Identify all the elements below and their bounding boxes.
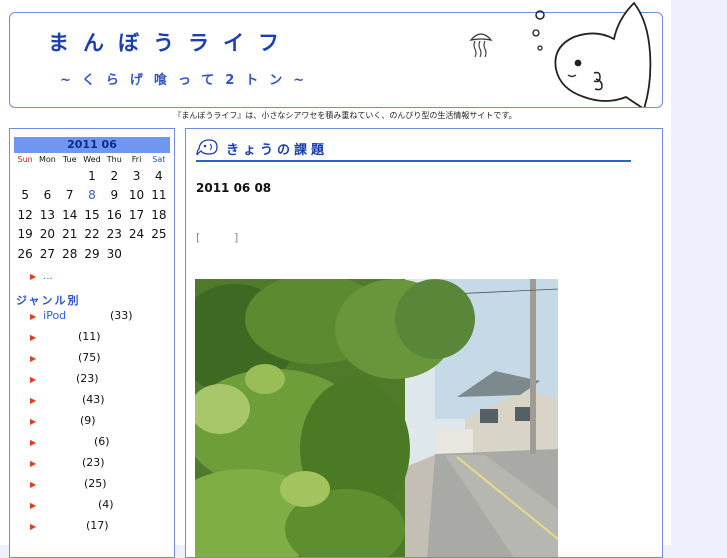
site-title[interactable]: まんぼうライフ [48,27,293,57]
genre-item[interactable]: ▶ (43) [30,393,170,414]
calendar-day: 4 [155,168,163,183]
calendar-day: 10 [128,188,145,203]
sunfish-mascot-icon [532,1,652,107]
entry-date: 2011 06 08 [196,181,272,195]
genre-item[interactable]: ▶ (9) [30,414,170,435]
genre-item[interactable]: ▶ (6) [30,435,170,456]
calendar-weekdays: Sun Mon Tue Wed Thu Fri Sat [14,155,170,164]
sunfish-category-icon [196,139,218,156]
genre-count: (43) [82,393,105,406]
calendar-day: 22 [84,227,100,242]
genre-item[interactable]: ▶ (25) [30,477,170,498]
calendar-day: 29 [84,246,100,261]
arrow-right-icon: ▶ [30,438,37,447]
calendar-day: 6 [43,188,52,203]
calendar-day: 30 [106,246,122,261]
calendar-day: 9 [110,188,119,203]
calendar-day: 14 [62,207,78,222]
arrow-right-icon: ▶ [30,459,37,468]
more-link-label: ... [43,271,53,282]
genre-item[interactable]: ▶ (17) [30,519,170,540]
calendar-day: 28 [62,246,78,261]
calendar-day: 13 [39,207,56,222]
genre-item[interactable]: ▶ (11) [30,330,170,351]
calendar-day: 1 [88,168,96,183]
weekday-label: Fri [131,155,142,164]
entry-photo[interactable] [195,279,558,558]
calendar-day: 16 [106,207,122,222]
calendar-day: 11 [151,188,167,203]
calendar-day: 21 [62,227,78,242]
genre-list: ▶ iPod (33) ▶ (11) ▶ (75) ▶ (23) ▶ (43) ▶ (9) ▶ (6) ▶ (2… [30,309,170,540]
calendar-week: 19 20 21 22 23 24 25 [14,225,170,245]
calendar-month-label: 2011 06 [14,137,170,153]
bracket-close: ] [234,231,239,244]
calendar-day: 3 [132,168,141,183]
calendar-week: 12 13 14 15 16 17 18 [14,205,170,225]
calendar-grid: 1 2 3 4 5 6 7 8 9 10 11 12 13 14 15 16 17 18 19 20 21 22 23 24 2… [14,166,170,264]
genre-count: (11) [78,330,101,343]
site-tagline: 『まんぼうライフ』は、小さなシアワセを積み重ねていく、のんびり型の生活情報サイト… [173,111,517,120]
bracket-open: [ [196,231,201,244]
weekday-label: Wed [83,155,101,164]
weekday-label: Mon [38,155,56,164]
calendar-day: 20 [39,227,56,242]
category-header: きょうの課題 [196,135,631,162]
genre-count: (9) [80,414,96,427]
calendar-day: 5 [21,188,29,203]
arrow-right-icon: ▶ [30,480,37,489]
arrow-right-icon: ▶ [30,272,37,281]
genre-item[interactable]: ▶ (23) [30,456,170,477]
genre-item[interactable]: ▶ (75) [30,351,170,372]
calendar-day[interactable]: 8 [81,188,103,202]
weekday-label: Sun [17,155,33,164]
arrow-right-icon: ▶ [30,333,37,342]
site-subtitle: ~くらげ喰って2トン~ [60,73,316,88]
genre-count: (4) [98,498,114,511]
calendar-day: 25 [151,227,167,242]
calendar-week: 26 27 28 29 30 [14,244,170,264]
genre-count: (17) [86,519,109,532]
calendar-day: 7 [65,188,74,203]
category-title[interactable]: きょうの課題 [226,139,328,158]
calendar-day: 24 [128,227,145,242]
arrow-right-icon: ▶ [30,417,37,426]
calendar-week: 5 6 7 8 9 10 11 [14,186,170,206]
jellyfish-icon [469,33,493,58]
genre-count: (23) [82,456,105,469]
weekday-label: Sat [152,155,166,164]
weekday-label: Tue [62,155,77,164]
arrow-right-icon: ▶ [30,522,37,531]
calendar-day: 12 [17,207,33,222]
main-content: きょうの課題 2011 06 08 [ ] [185,128,663,558]
genre-count: (33) [110,309,133,322]
calendar-day: 17 [128,207,145,222]
genre-count: (6) [94,435,110,448]
calendar-day: 26 [17,246,33,261]
arrow-right-icon: ▶ [30,396,37,405]
calendar-day: 27 [39,246,56,261]
calendar-day: 15 [84,207,100,222]
calendar-day: 18 [151,207,167,222]
calendar-week: 1234 [14,166,170,186]
genre-item[interactable]: ▶ (23) [30,372,170,393]
calendar-day: 2 [110,168,119,183]
arrow-right-icon: ▶ [30,375,37,384]
calendar-day: 23 [106,227,122,242]
site-header: まんぼうライフ ~くらげ喰って2トン~ [9,1,663,108]
arrow-right-icon: ▶ [30,354,37,363]
calendar-day: 19 [17,227,33,242]
genre-name[interactable]: iPod [43,309,66,322]
genre-section-title: ジャンル別 [16,294,81,307]
weekday-label: Thu [106,155,122,164]
sidebar: 2011 06 Sun Mon Tue Wed Thu Fri Sat 1234… [9,128,175,558]
genre-count: (25) [84,477,107,490]
genre-count: (23) [76,372,99,385]
arrow-right-icon: ▶ [30,501,37,510]
genre-count: (75) [78,351,101,364]
genre-item[interactable]: ▶ iPod (33) [30,309,170,330]
sidebar-more-link[interactable]: ▶... [30,271,53,282]
genre-item[interactable]: ▶ (4) [30,498,170,519]
arrow-right-icon: ▶ [30,312,37,321]
